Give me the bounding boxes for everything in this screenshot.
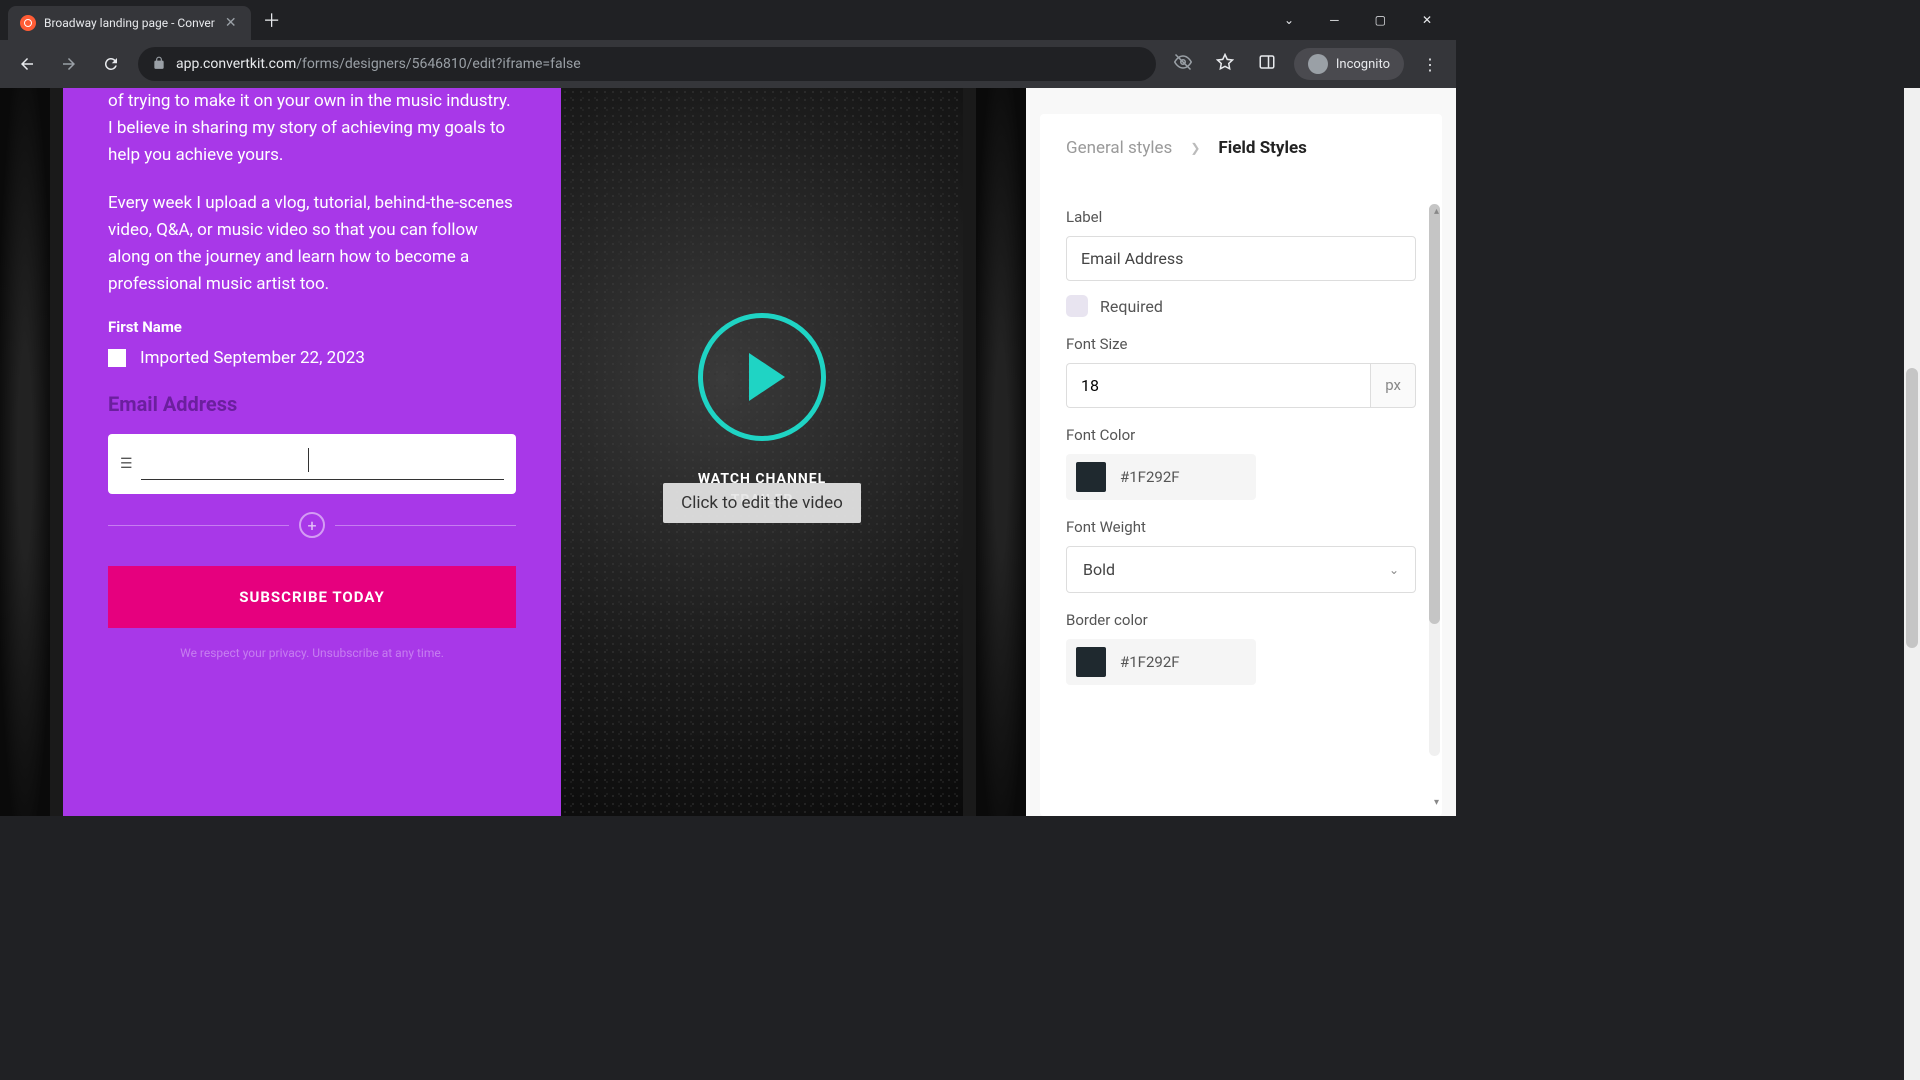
fontweight-select[interactable]: Bold ⌄ <box>1066 546 1416 593</box>
close-tab-icon[interactable]: ✕ <box>223 13 239 33</box>
back-button[interactable] <box>12 49 42 79</box>
lock-icon <box>152 55 166 74</box>
drag-handle-icon[interactable]: ☰ <box>120 456 133 472</box>
bordercolor-picker[interactable]: #1F292F <box>1066 639 1256 685</box>
reload-button[interactable] <box>96 49 126 79</box>
browser-toolbar: app.convertkit.com/forms/designers/56468… <box>0 40 1456 88</box>
intro-paragraph-1[interactable]: of trying to make it on your own in the … <box>108 88 516 170</box>
panel-icon[interactable] <box>1252 47 1282 81</box>
imported-checkbox[interactable] <box>108 349 126 367</box>
text-cursor-icon <box>308 448 309 472</box>
incognito-label: Incognito <box>1336 57 1390 72</box>
intro-paragraph-2[interactable]: Every week I upload a vlog, tutorial, be… <box>108 190 516 299</box>
page-scrollbar-thumb[interactable] <box>1906 368 1918 648</box>
scroll-up-icon[interactable]: ▴ <box>1434 206 1439 217</box>
subscribe-button[interactable]: SUBSCRIBE TODAY <box>108 566 516 628</box>
fontsize-heading: Font Size <box>1066 335 1416 353</box>
checkbox-row[interactable]: Imported September 22, 2023 <box>108 348 516 368</box>
fontcolor-value: #1F292F <box>1120 468 1180 486</box>
video-panel[interactable]: WATCH CHANNELTRAILER Click to edit the v… <box>561 88 963 816</box>
canvas-area: of trying to make it on your own in the … <box>0 88 1026 816</box>
address-bar[interactable]: app.convertkit.com/forms/designers/56468… <box>138 47 1156 81</box>
play-icon <box>749 353 785 401</box>
url-text: app.convertkit.com/forms/designers/56468… <box>176 56 1142 72</box>
fontsize-input[interactable] <box>1066 363 1370 408</box>
new-tab-button[interactable]: ＋ <box>263 7 281 33</box>
email-input-container[interactable]: ☰ <box>108 434 516 494</box>
panel-scrollbar-thumb[interactable] <box>1429 204 1440 624</box>
required-checkbox[interactable] <box>1066 295 1088 317</box>
window-controls: ⌄ ─ ▢ ✕ <box>1276 9 1448 31</box>
page-scrollbar[interactable] <box>1904 88 1920 1080</box>
crowd-bg-left <box>0 88 50 816</box>
chevron-right-icon: ❯ <box>1190 141 1200 155</box>
maximize-icon[interactable]: ▢ <box>1367 9 1394 31</box>
crowd-bg-right <box>976 88 1026 816</box>
add-field-row: + <box>108 512 516 538</box>
minimize-icon[interactable]: ─ <box>1322 9 1347 31</box>
breadcrumb-general-styles[interactable]: General styles <box>1066 138 1172 158</box>
first-name-label[interactable]: First Name <box>108 318 516 336</box>
play-button[interactable] <box>698 313 826 441</box>
bordercolor-value: #1F292F <box>1120 653 1180 671</box>
fontcolor-heading: Font Color <box>1066 426 1416 444</box>
fontweight-heading: Font Weight <box>1066 518 1416 536</box>
fontcolor-swatch <box>1076 462 1106 492</box>
browser-tab[interactable]: Broadway landing page - Conver ✕ <box>8 6 251 40</box>
breadcrumb-field-styles: Field Styles <box>1218 138 1307 158</box>
bordercolor-swatch <box>1076 647 1106 677</box>
scroll-down-icon[interactable]: ▾ <box>1434 797 1439 808</box>
properties-panel-body: Label Required Font Size px Font Color #… <box>1040 182 1442 816</box>
eye-blocked-icon[interactable] <box>1168 47 1198 81</box>
bookmark-star-icon[interactable] <box>1210 47 1240 81</box>
sidebar-card: General styles ❯ Field Styles Label Requ… <box>1040 114 1442 816</box>
incognito-icon <box>1308 54 1328 74</box>
fontsize-unit: px <box>1370 363 1416 408</box>
form-panel[interactable]: of trying to make it on your own in the … <box>63 88 561 816</box>
app-content: of trying to make it on your own in the … <box>0 88 1456 816</box>
label-heading: Label <box>1066 208 1416 226</box>
email-input[interactable] <box>141 448 504 480</box>
crowd-background <box>561 88 963 816</box>
close-window-icon[interactable]: ✕ <box>1414 9 1440 31</box>
add-field-button[interactable]: + <box>299 512 325 538</box>
incognito-badge[interactable]: Incognito <box>1294 48 1404 80</box>
email-field-label[interactable]: Email Address <box>108 392 516 416</box>
favicon-icon <box>20 15 36 31</box>
label-input[interactable] <box>1066 236 1416 281</box>
fontweight-value: Bold <box>1083 560 1115 579</box>
browser-tab-strip: Broadway landing page - Conver ✕ ＋ ⌄ ─ ▢… <box>0 0 1456 40</box>
landing-page-preview: of trying to make it on your own in the … <box>63 88 963 816</box>
fontsize-row: px <box>1066 363 1416 408</box>
privacy-note[interactable]: We respect your privacy. Unsubscribe at … <box>108 646 516 660</box>
tab-title: Broadway landing page - Conver <box>44 16 215 30</box>
required-row: Required <box>1066 295 1416 317</box>
forward-button[interactable] <box>54 49 84 79</box>
video-edit-tooltip: Click to edit the video <box>663 483 861 523</box>
breadcrumb: General styles ❯ Field Styles <box>1040 114 1442 182</box>
tab-dropdown-icon[interactable]: ⌄ <box>1276 9 1302 31</box>
kebab-menu-icon[interactable]: ⋮ <box>1416 49 1444 80</box>
imported-checkbox-label: Imported September 22, 2023 <box>140 348 365 368</box>
fontcolor-picker[interactable]: #1F292F <box>1066 454 1256 500</box>
chevron-down-icon: ⌄ <box>1389 563 1399 577</box>
bordercolor-heading: Border color <box>1066 611 1416 629</box>
properties-sidebar: General styles ❯ Field Styles Label Requ… <box>1026 88 1456 816</box>
required-label: Required <box>1100 297 1163 316</box>
